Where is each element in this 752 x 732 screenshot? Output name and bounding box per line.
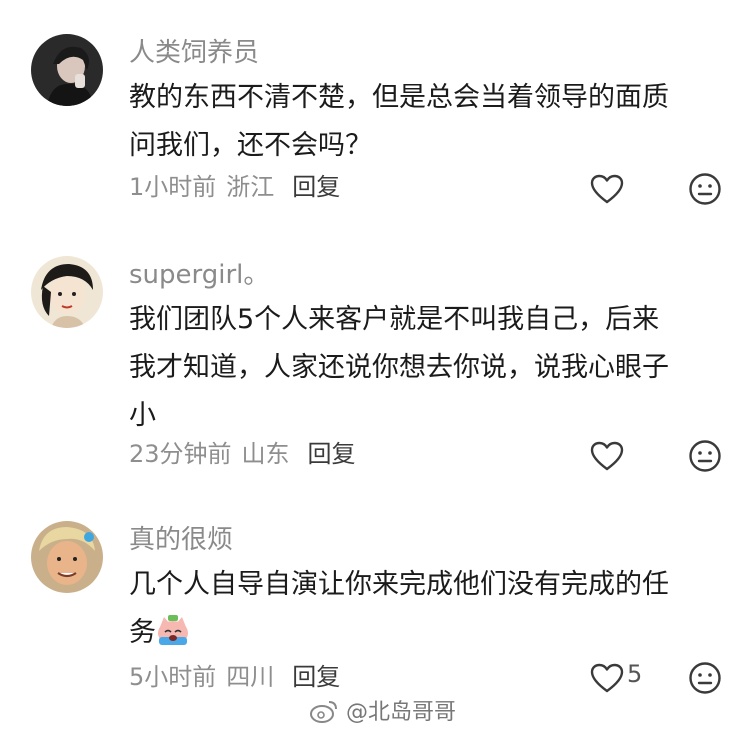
weibo-logo-icon — [310, 701, 337, 723]
heart-outline-icon[interactable] — [590, 663, 624, 693]
comment-text: 几个人自导自演让你来完成他们没有完成的任 务 — [129, 561, 714, 657]
reply-button[interactable]: 回复 — [292, 173, 340, 201]
timestamp: 5小时前 — [129, 663, 217, 691]
location: 浙江 — [226, 173, 275, 201]
comment-text-line: 问我们，还不会吗？ — [129, 130, 372, 161]
comment-text-line: 教的东西不清不楚，但是总会当着领导的面质 — [129, 82, 669, 113]
avatar[interactable] — [31, 34, 103, 106]
username[interactable]: 真的很烦 — [129, 523, 233, 557]
location: 四川 — [226, 663, 275, 691]
comment-text-line: 几个人自导自演让你来完成他们没有完成的任 — [129, 569, 669, 600]
comment-text-line: 小 — [129, 400, 156, 431]
comment-text-line: 我才知道，人家还说你想去你说，说我心眼子 — [129, 352, 669, 383]
timestamp: 23分钟前 — [129, 440, 232, 468]
neutral-face-icon[interactable] — [688, 439, 722, 473]
avatar[interactable] — [31, 256, 103, 328]
username[interactable]: 人类饲养员 — [129, 36, 259, 70]
comment-meta: 1小时前 浙江 回复 — [129, 170, 340, 204]
crying-cat-emoji-icon — [156, 615, 190, 647]
heart-outline-icon[interactable] — [590, 174, 624, 204]
watermark: @北岛哥哥 — [309, 698, 456, 728]
username[interactable]: supergirl。 — [129, 258, 269, 292]
avatar-image — [31, 256, 103, 328]
neutral-face-icon[interactable] — [688, 661, 722, 695]
comment-text: 教的东西不清不楚，但是总会当着领导的面质 问我们，还不会吗？ — [129, 74, 714, 170]
comment-meta: 23分钟前 山东 回复 — [129, 437, 356, 471]
timestamp: 1小时前 — [129, 173, 217, 201]
comment-text-line: 我们团队5个人来客户就是不叫我自己，后来 — [129, 304, 660, 335]
heart-outline-icon[interactable] — [590, 441, 624, 471]
comment-text: 我们团队5个人来客户就是不叫我自己，后来 我才知道，人家还说你想去你说，说我心眼… — [129, 296, 714, 440]
location: 山东 — [241, 440, 290, 468]
avatar-image — [31, 34, 103, 106]
comment-text-line: 务 — [129, 609, 714, 657]
watermark-text: @北岛哥哥 — [346, 700, 457, 725]
avatar[interactable] — [31, 521, 103, 593]
avatar-image — [31, 521, 103, 593]
comment-text-fragment: 务 — [129, 617, 156, 648]
neutral-face-icon[interactable] — [688, 172, 722, 206]
reply-button[interactable]: 回复 — [308, 440, 356, 468]
reply-button[interactable]: 回复 — [292, 663, 340, 691]
comment-meta: 5小时前 四川 回复 — [129, 660, 340, 694]
like-count: 5 — [627, 660, 643, 688]
